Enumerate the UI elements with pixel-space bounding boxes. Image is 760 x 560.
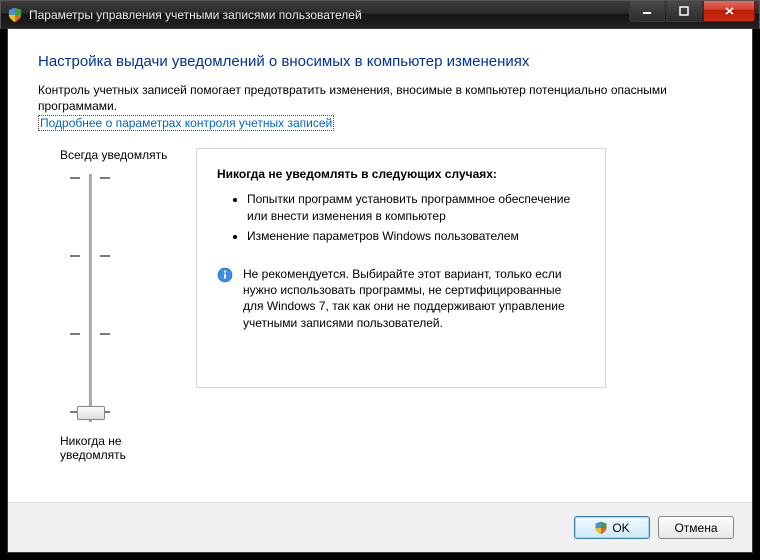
content: Настройка выдачи уведомлений о вносимых … (8, 29, 752, 502)
button-bar: OK Отмена (8, 502, 752, 552)
cancel-button-label: Отмена (674, 521, 717, 535)
notify-slider[interactable] (60, 168, 120, 428)
slider-thumb[interactable] (77, 406, 105, 420)
help-link[interactable]: Подробнее о параметрах контроля учетных … (38, 115, 334, 131)
window-controls (629, 1, 755, 21)
titlebar[interactable]: Параметры управления учетными записями п… (0, 0, 760, 29)
minimize-button[interactable] (629, 1, 665, 22)
maximize-button[interactable] (666, 1, 702, 22)
panel-heading: Никогда не уведомлять в следующих случая… (217, 167, 585, 181)
page-title: Настройка выдачи уведомлений о вносимых … (38, 53, 722, 70)
list-item: Попытки программ установить программное … (247, 191, 585, 223)
slider-column: Всегда уведомлять Никогда не уведомлять (60, 148, 180, 462)
warning-note: Не рекомендуется. Выбирайте этот вариант… (217, 266, 585, 331)
level-description-panel: Никогда не уведомлять в следующих случая… (196, 148, 606, 388)
ok-button-label: OK (612, 521, 629, 535)
cancel-button[interactable]: Отмена (658, 516, 734, 539)
uac-shield-icon (7, 7, 23, 23)
intro-text: Контроль учетных записей помогает предот… (38, 82, 722, 114)
close-button[interactable] (703, 1, 755, 22)
bullet-list: Попытки программ установить программное … (217, 191, 585, 244)
window-frame: Параметры управления учетными записями п… (0, 0, 760, 560)
list-item: Изменение параметров Windows пользовател… (247, 228, 585, 244)
uac-shield-icon (594, 521, 608, 535)
slider-label-bottom: Никогда не уведомлять (60, 434, 180, 462)
client-area: Настройка выдачи уведомлений о вносимых … (7, 28, 753, 553)
ok-button[interactable]: OK (574, 516, 650, 539)
slider-label-top: Всегда уведомлять (60, 148, 180, 162)
info-icon (217, 267, 233, 283)
warning-text: Не рекомендуется. Выбирайте этот вариант… (243, 266, 585, 331)
window-title: Параметры управления учетными записями п… (29, 8, 362, 22)
slider-row: Всегда уведомлять Никогда не уведомлять … (60, 148, 722, 462)
